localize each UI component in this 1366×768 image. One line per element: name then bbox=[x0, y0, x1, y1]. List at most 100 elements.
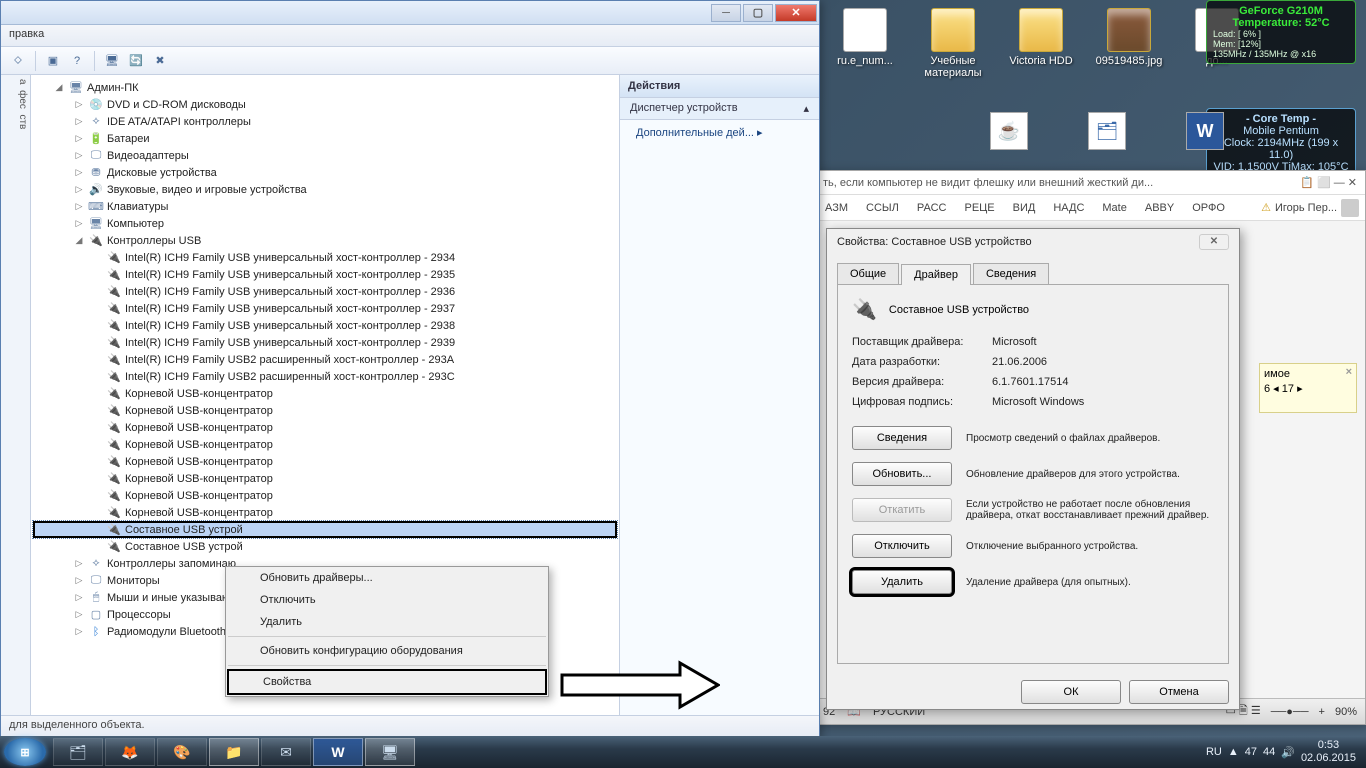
task-paint[interactable]: 🎨 bbox=[157, 738, 207, 766]
tree-item[interactable]: 🔌Корневой USB-концентратор bbox=[33, 487, 617, 504]
toolbar[interactable]: ⬦ ▣ ? 🖥 🔄 ✖ bbox=[1, 47, 819, 75]
tree-item[interactable]: ▷🖥Компьютер bbox=[33, 215, 617, 232]
tree-item[interactable]: 🔌Intel(R) ICH9 Family USB универсальный … bbox=[33, 249, 617, 266]
view-icon[interactable]: ▣ bbox=[42, 50, 64, 72]
ctx-update-drivers[interactable]: Обновить драйверы... bbox=[226, 567, 548, 589]
word-titlebar: ть, если компьютер не видит флешку или в… bbox=[815, 171, 1365, 195]
tree-item[interactable]: ▷🔋Батареи bbox=[33, 130, 617, 147]
tree-item[interactable]: 🔌Корневой USB-концентратор bbox=[33, 385, 617, 402]
word-ribbon[interactable]: АЗМССЫЛРАССРЕЦЕВИДНАДСMateABBYОРФО ⚠Игор… bbox=[815, 195, 1365, 221]
remove-icon[interactable]: ✖ bbox=[149, 50, 171, 72]
usb-icon: 🔌 bbox=[106, 454, 122, 470]
delete-button[interactable]: Удалить bbox=[852, 570, 952, 594]
usb-icon: 🔌 bbox=[106, 522, 122, 538]
task-thunderbird[interactable]: ✉ bbox=[261, 738, 311, 766]
actions-group[interactable]: Диспетчер устройств▴ bbox=[620, 98, 819, 120]
tree-item[interactable]: ▷🖵Видеоадаптеры bbox=[33, 147, 617, 164]
tree-item[interactable]: 🔌Корневой USB-концентратор bbox=[33, 436, 617, 453]
ok-button[interactable]: ОК bbox=[1021, 680, 1121, 704]
tree-item[interactable]: 🔌Intel(R) ICH9 Family USB универсальный … bbox=[33, 317, 617, 334]
tree-item[interactable]: 🔌Корневой USB-концентратор bbox=[33, 453, 617, 470]
annotation-arrow bbox=[560, 660, 720, 713]
properties-dialog[interactable]: Свойства: Составное USB устройство✕ Общи… bbox=[826, 228, 1240, 710]
usb-icon: 🔌 bbox=[852, 297, 877, 322]
tree-item[interactable]: 🔌Корневой USB-концентратор bbox=[33, 402, 617, 419]
system-tray[interactable]: RU ▲ 4744 🔊 0:5302.06.2015 bbox=[1206, 739, 1362, 765]
driver-info-grid: Поставщик драйвера:Microsoft Дата разраб… bbox=[852, 336, 1214, 408]
minimize-button[interactable]: ─ bbox=[711, 4, 741, 22]
task-firefox[interactable]: 🦊 bbox=[105, 738, 155, 766]
tree-item[interactable]: 🔌Составное USB устрой bbox=[33, 521, 617, 538]
close-icon[interactable]: ✕ bbox=[1199, 234, 1229, 250]
tree-item[interactable]: 🔌Intel(R) ICH9 Family USB2 расширенный х… bbox=[33, 351, 617, 368]
computer-icon: 🖥 bbox=[68, 80, 84, 96]
tree-item[interactable]: ▷💿DVD и CD-ROM дисководы bbox=[33, 96, 617, 113]
tab-general[interactable]: Общие bbox=[837, 263, 899, 284]
ctx-disable[interactable]: Отключить bbox=[226, 589, 548, 611]
tree-item[interactable]: ▷⌨Клавиатуры bbox=[33, 198, 617, 215]
help-icon[interactable]: ? bbox=[66, 50, 88, 72]
ctx-delete[interactable]: Удалить bbox=[226, 611, 548, 633]
folder-icon[interactable]: 🗂 bbox=[1088, 112, 1126, 150]
tree-item[interactable]: ▷⟡IDE ATA/ATAPI контроллеры bbox=[33, 113, 617, 130]
cancel-button[interactable]: Отмена bbox=[1129, 680, 1229, 704]
tree-item-usb[interactable]: ◢🔌Контроллеры USB bbox=[33, 232, 617, 249]
task-word[interactable]: W bbox=[313, 738, 363, 766]
dialog-titlebar[interactable]: Свойства: Составное USB устройство✕ bbox=[827, 229, 1239, 255]
disable-button[interactable]: Отключить bbox=[852, 534, 952, 558]
actions-item[interactable]: Дополнительные дей... ▸ bbox=[620, 120, 819, 145]
maximize-button[interactable]: ▢ bbox=[743, 4, 773, 22]
tab-driver[interactable]: Драйвер bbox=[901, 264, 971, 285]
refresh-icon[interactable]: 🔄 bbox=[125, 50, 147, 72]
tree-item[interactable]: ▷🔊Звуковые, видео и игровые устройства bbox=[33, 181, 617, 198]
task-devmgr[interactable]: 🖥 bbox=[365, 738, 415, 766]
ctx-properties[interactable]: Свойства bbox=[227, 669, 547, 695]
task-folder[interactable]: 📁 bbox=[209, 738, 259, 766]
start-button[interactable]: ⊞ bbox=[4, 738, 46, 766]
desktop-icon[interactable]: 09519485.jpg bbox=[1094, 8, 1164, 79]
usb-icon: 🔌 bbox=[106, 403, 122, 419]
tree-item[interactable]: 🔌Корневой USB-концентратор bbox=[33, 419, 617, 436]
tree-item[interactable]: 🔌Корневой USB-концентратор bbox=[33, 470, 617, 487]
usb-icon: 🔌 bbox=[106, 284, 122, 300]
context-menu[interactable]: Обновить драйверы... Отключить Удалить О… bbox=[225, 566, 549, 697]
usb-icon: 🔌 bbox=[106, 335, 122, 351]
desktop-icon[interactable]: ru.e_num... bbox=[830, 8, 900, 79]
usb-icon: 🔌 bbox=[106, 488, 122, 504]
usb-icon: 🔌 bbox=[106, 267, 122, 283]
tree-item[interactable]: 🔌Intel(R) ICH9 Family USB универсальный … bbox=[33, 334, 617, 351]
tree-item[interactable]: 🔌Корневой USB-концентратор bbox=[33, 504, 617, 521]
actions-pane: Действия Диспетчер устройств▴ Дополнител… bbox=[619, 75, 819, 715]
tab-details[interactable]: Сведения bbox=[973, 263, 1049, 284]
lang-indicator[interactable]: RU bbox=[1206, 746, 1222, 758]
tab-strip[interactable]: Общие Драйвер Сведения bbox=[827, 255, 1239, 284]
details-button[interactable]: Сведения bbox=[852, 426, 952, 450]
update-button[interactable]: Обновить... bbox=[852, 462, 952, 486]
tree-item[interactable]: ▷⛃Дисковые устройства bbox=[33, 164, 617, 181]
back-icon[interactable]: ⬦ bbox=[7, 50, 29, 72]
usb-icon: 🔌 bbox=[106, 471, 122, 487]
ctx-refresh-config[interactable]: Обновить конфигурацию оборудования bbox=[226, 640, 548, 662]
tree-item[interactable]: 🔌Intel(R) ICH9 Family USB универсальный … bbox=[33, 266, 617, 283]
clock[interactable]: 0:5302.06.2015 bbox=[1301, 739, 1356, 765]
taskbar[interactable]: ⊞ 🗂 🦊 🎨 📁 ✉ W 🖥 RU ▲ 4744 🔊 0:5302.06.20… bbox=[0, 736, 1366, 768]
tree-item[interactable]: 🔌Intel(R) ICH9 Family USB универсальный … bbox=[33, 283, 617, 300]
java-icon[interactable]: ☕ bbox=[990, 112, 1028, 150]
desktop-icon[interactable]: Victoria HDD bbox=[1006, 8, 1076, 79]
close-button[interactable]: ✕ bbox=[775, 4, 817, 22]
avatar[interactable] bbox=[1341, 199, 1359, 217]
word-icon[interactable]: W bbox=[1186, 112, 1224, 150]
tree-item[interactable]: 🔌Составное USB устрой bbox=[33, 538, 617, 555]
usb-icon: 🔌 bbox=[106, 250, 122, 266]
menu-bar[interactable]: правка bbox=[1, 25, 819, 47]
desktop-icon[interactable]: Учебные материалы bbox=[918, 8, 988, 79]
tree-item[interactable]: 🔌Intel(R) ICH9 Family USB универсальный … bbox=[33, 300, 617, 317]
window-titlebar[interactable]: ─ ▢ ✕ bbox=[1, 1, 819, 25]
scan-icon[interactable]: 🖥 bbox=[101, 50, 123, 72]
tree-item[interactable]: 🔌Intel(R) ICH9 Family USB2 расширенный х… bbox=[33, 368, 617, 385]
tree-root[interactable]: ◢🖥Админ-ПК bbox=[33, 79, 617, 96]
statusbar: для выделенного объекта. bbox=[1, 715, 819, 737]
task-explorer[interactable]: 🗂 bbox=[53, 738, 103, 766]
usb-icon: 🔌 bbox=[106, 352, 122, 368]
close-icon[interactable]: × bbox=[1346, 366, 1352, 378]
